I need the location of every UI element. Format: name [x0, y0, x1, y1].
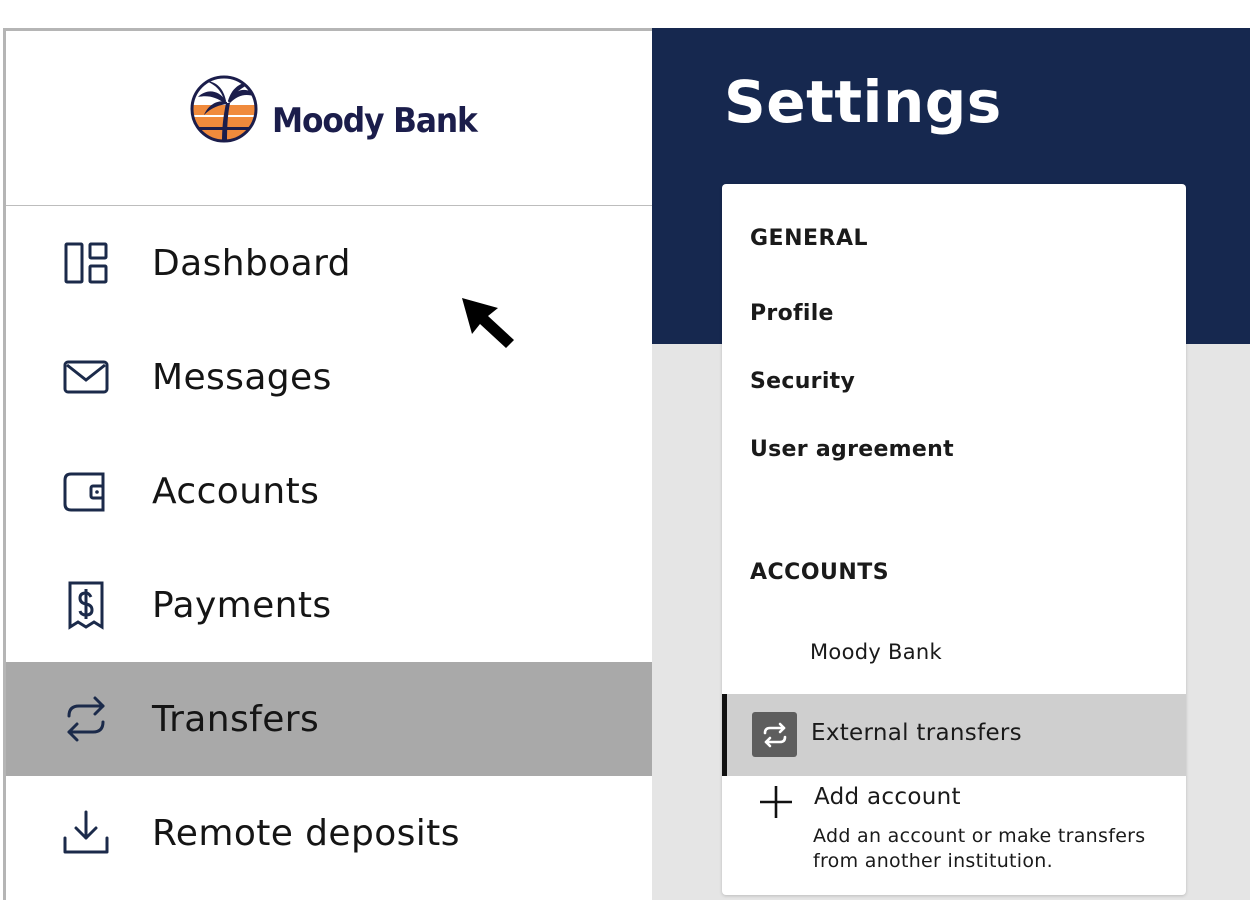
- sidebar-item-label: Messages: [152, 356, 332, 398]
- plus-icon: [760, 786, 792, 818]
- sidebar-item-transfers[interactable]: Transfers: [6, 662, 652, 776]
- account-name: Moody Bank: [810, 640, 942, 664]
- add-account-description: Add an account or make transfers from an…: [813, 825, 1146, 872]
- sidebar-item-payments[interactable]: Payments: [6, 548, 652, 662]
- settings-link-security[interactable]: Security: [750, 369, 855, 394]
- download-tray-icon: [60, 807, 112, 859]
- add-account-item[interactable]: Add account Add an account or make trans…: [722, 780, 1186, 880]
- section-heading-accounts: ACCOUNTS: [750, 560, 890, 585]
- transfer-arrows-icon: [752, 712, 797, 757]
- palm-sunset-logo: [190, 75, 258, 143]
- sidebar-nav: Dashboard Messages Accounts Payments Tra…: [6, 206, 652, 890]
- brand-header: Moody Bank: [6, 31, 652, 206]
- section-heading-general: GENERAL: [750, 226, 869, 251]
- sidebar-item-messages[interactable]: Messages: [6, 320, 652, 434]
- brand-name: Moody Bank: [272, 101, 478, 141]
- sidebar-item-label: Dashboard: [152, 242, 351, 284]
- sidebar-item-dashboard[interactable]: Dashboard: [6, 206, 652, 320]
- external-transfers-label: External transfers: [811, 720, 1022, 746]
- sidebar-item-label: Transfers: [152, 698, 320, 740]
- sidebar-item-accounts[interactable]: Accounts: [6, 434, 652, 548]
- sidebar-item-label: Payments: [152, 584, 332, 626]
- page-title: Settings: [724, 68, 1002, 136]
- transfer-arrows-icon: [60, 693, 112, 745]
- add-account-label: Add account: [814, 784, 961, 810]
- dashboard-icon: [60, 237, 112, 289]
- sidebar-item-label: Accounts: [152, 470, 320, 512]
- settings-link-user-agreement[interactable]: User agreement: [750, 437, 954, 462]
- receipt-dollar-icon: [60, 579, 112, 631]
- settings-menu-card: GENERAL Profile Security User agreement …: [722, 184, 1186, 895]
- settings-link-profile[interactable]: Profile: [750, 301, 834, 326]
- wallet-icon: [60, 465, 112, 517]
- envelope-icon: [60, 351, 112, 403]
- external-transfers-item[interactable]: External transfers: [722, 694, 1186, 776]
- mouse-cursor-icon: [462, 298, 514, 348]
- sidebar: Moody Bank Dashboard Messages Accounts P…: [3, 28, 652, 900]
- sidebar-item-remote-deposits[interactable]: Remote deposits: [6, 776, 652, 890]
- sidebar-item-label: Remote deposits: [152, 812, 460, 854]
